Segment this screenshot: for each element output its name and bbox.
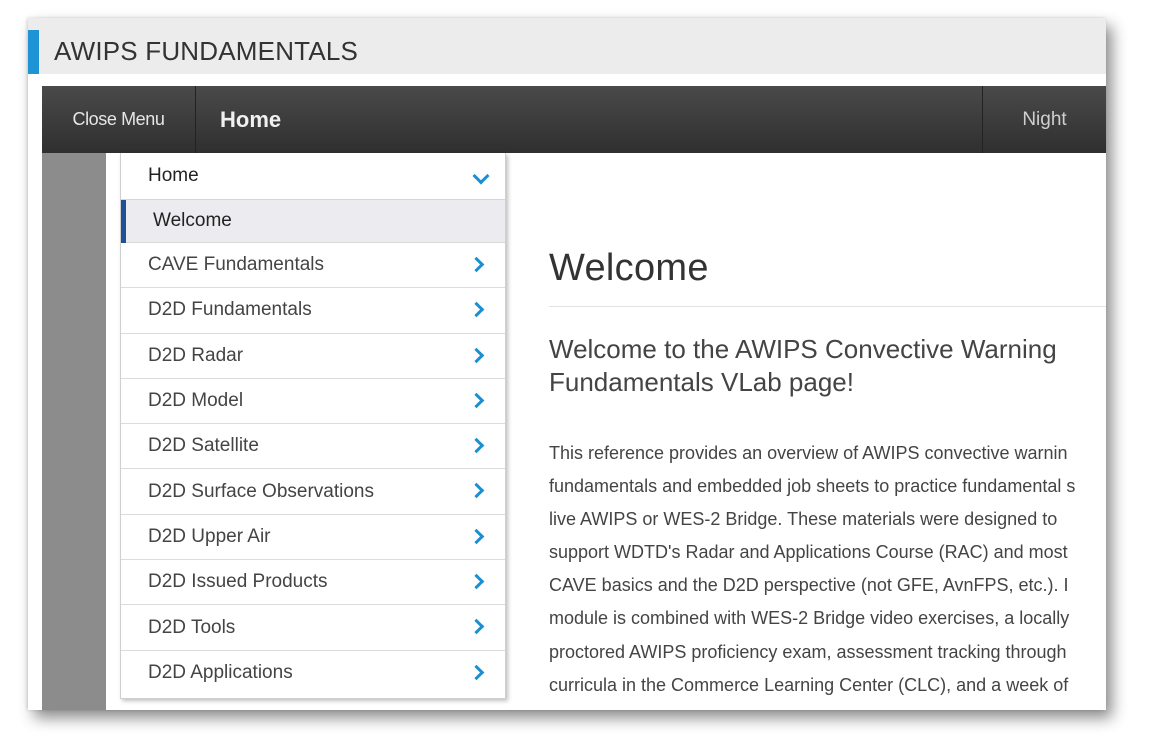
chevron-right-icon[interactable] <box>468 483 485 499</box>
content-heading: Welcome <box>549 247 709 289</box>
menu-item[interactable]: D2D Tools <box>121 605 505 651</box>
page-title: AWIPS FUNDAMENTALS <box>54 36 359 66</box>
side-menu: Home Welcome CAVE Fundamentals D2D Fundam… <box>120 153 506 699</box>
screenshot-window: AWIPS FUNDAMENTALS Close Menu Home Night… <box>28 18 1106 710</box>
left-gutter <box>42 153 106 710</box>
menu-home-header[interactable]: Home <box>121 153 505 200</box>
menu-item[interactable]: CAVE Fundamentals <box>121 243 505 289</box>
title-accent-bar <box>28 30 39 74</box>
content-paragraph: This reference provides an overview of A… <box>549 437 1106 710</box>
menu-item-label: D2D Issued Products <box>148 571 328 593</box>
paragraph-line: This reference provides an overview of A… <box>549 443 1068 463</box>
close-menu-button[interactable]: Close Menu <box>42 86 196 153</box>
title-bar: AWIPS FUNDAMENTALS <box>28 18 1106 74</box>
menu-item[interactable]: D2D Satellite <box>121 424 505 470</box>
menu-item-welcome[interactable]: Welcome <box>121 200 505 243</box>
chevron-right-icon[interactable] <box>468 664 485 680</box>
chevron-right-icon[interactable] <box>468 256 485 273</box>
menu-item-label: D2D Surface Observations <box>148 480 374 502</box>
paragraph-line: at a residence workshop. The previous AW… <box>549 702 1106 710</box>
night-mode-button[interactable]: Night <box>982 86 1106 153</box>
nav-home-link[interactable]: Home <box>220 86 281 153</box>
menu-item[interactable]: D2D Issued Products <box>121 560 505 606</box>
top-navbar: Close Menu Home Night <box>42 86 1106 153</box>
menu-item-label: D2D Radar <box>148 344 244 366</box>
paragraph-line: module is combined with WES-2 Bridge vid… <box>549 608 1070 629</box>
menu-item-label: D2D Fundamentals <box>148 299 312 321</box>
paragraph-line: support WDTD's Radar and Applications Co… <box>549 542 1068 563</box>
heading-divider <box>549 306 1106 307</box>
paragraph-line: fundamentals and embedded job sheets to … <box>549 476 1076 497</box>
menu-item[interactable]: D2D Surface Observations <box>121 469 505 515</box>
menu-item[interactable]: D2D Upper Air <box>121 515 505 561</box>
chevron-right-icon[interactable] <box>468 573 485 590</box>
chevron-right-icon[interactable] <box>468 528 485 545</box>
menu-item[interactable]: D2D Fundamentals <box>121 288 505 334</box>
chevron-down-icon[interactable] <box>472 167 490 185</box>
chevron-right-icon[interactable] <box>468 392 485 409</box>
menu-item[interactable]: D2D Model <box>121 379 505 425</box>
menu-item-label: D2D Tools <box>148 616 236 638</box>
chevron-right-icon[interactable] <box>468 347 485 363</box>
menu-item[interactable]: D2D Radar <box>121 334 505 379</box>
main-content: Welcome Welcome to the AWIPS Convective … <box>549 153 1106 710</box>
chevron-right-icon[interactable] <box>468 619 485 635</box>
menu-item[interactable]: D2D Applications <box>121 651 505 696</box>
menu-item-label: CAVE Fundamentals <box>148 254 325 276</box>
chevron-right-icon[interactable] <box>468 302 485 318</box>
site-frame: Close Menu Home Night Home Welcome CAVE … <box>42 86 1106 710</box>
paragraph-line: live AWIPS or WES-2 Bridge. These materi… <box>549 509 1058 530</box>
chevron-right-icon[interactable] <box>468 437 485 454</box>
paragraph-line: proctored AWIPS proficiency exam, assess… <box>549 641 1067 662</box>
paragraph-line: CAVE basics and the D2D perspective (not… <box>549 575 1069 596</box>
menu-item-label: D2D Applications <box>148 662 293 684</box>
paragraph-line: curricula in the Commerce Learning Cente… <box>549 674 1069 695</box>
content-subheading: Welcome to the AWIPS Convective Warning … <box>549 334 1057 397</box>
menu-item-label: D2D Satellite <box>148 435 259 457</box>
menu-item-label: D2D Model <box>148 390 244 412</box>
menu-item-label: Welcome <box>153 210 232 231</box>
menu-item-label: D2D Upper Air <box>148 525 271 547</box>
menu-home-label: Home <box>148 165 199 186</box>
